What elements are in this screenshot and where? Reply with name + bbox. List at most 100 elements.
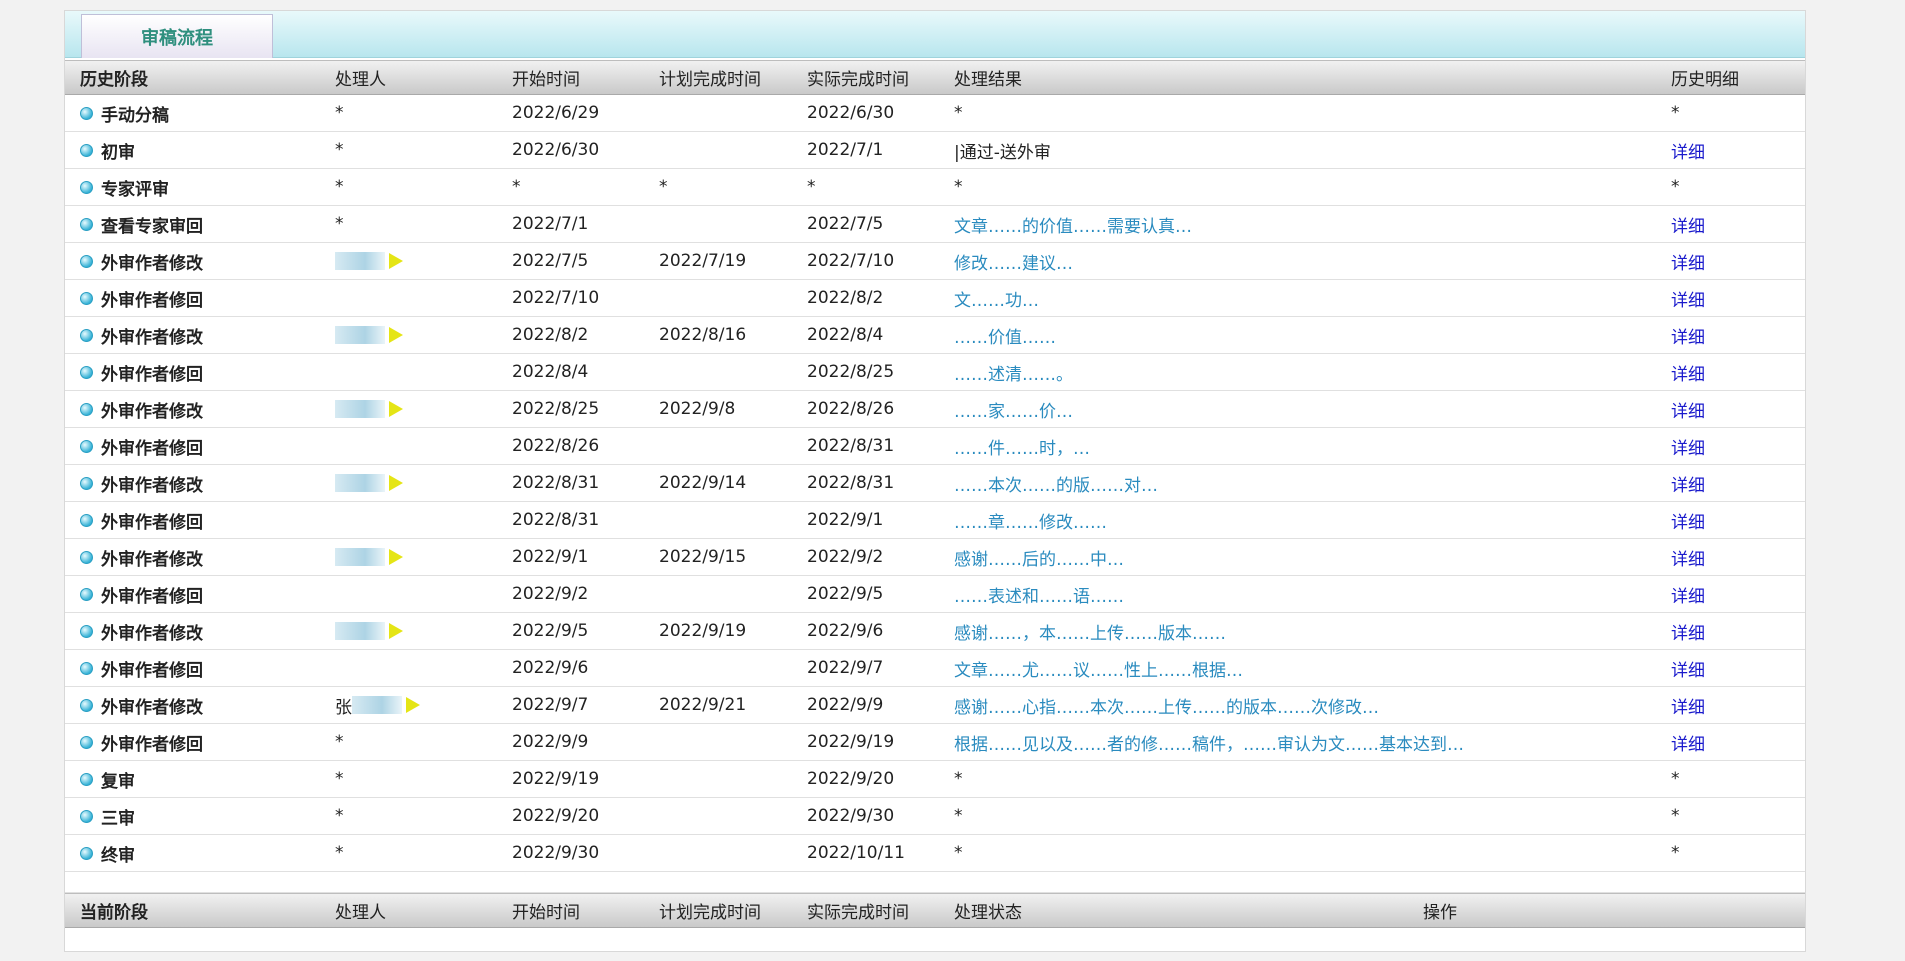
detail-link[interactable]: 详细 (1656, 619, 1805, 644)
result-link[interactable]: ……述清……。 (939, 360, 1656, 385)
detail-link[interactable]: 详细 (1656, 397, 1805, 422)
result-link[interactable]: 文章……尤……议……性上……根据… (939, 656, 1656, 681)
result-link[interactable]: 根据……见以及……者的修……稿件，……审认为文……基本达到… (939, 730, 1656, 755)
planned-time: 2022/9/19 (659, 621, 747, 641)
handler-name: * (335, 843, 344, 863)
detail-link[interactable]: 详细 (1656, 286, 1805, 311)
circle-bullet-icon (80, 106, 93, 120)
table-row: 三审 * 2022/9/20 2022/9/30 * * (65, 798, 1805, 835)
table-spacer (65, 872, 1805, 893)
result-link[interactable]: 感谢……后的……中… (939, 545, 1656, 570)
header-current-status: 处理状态 (954, 903, 1022, 923)
header-current-start-time: 开始时间 (512, 903, 580, 923)
result-link[interactable]: ……章……修改…… (939, 508, 1656, 533)
start-time: 2022/9/20 (512, 806, 600, 826)
detail-link[interactable]: 详细 (1656, 360, 1805, 385)
header-current-handler: 处理人 (335, 903, 386, 923)
circle-bullet-icon (80, 402, 93, 416)
circle-bullet-icon (80, 772, 93, 786)
header-history-stage: 历史阶段 (80, 70, 148, 90)
planned-time: 2022/8/16 (659, 325, 747, 345)
actual-time: 2022/6/30 (807, 103, 895, 123)
detail-link[interactable]: 详细 (1656, 693, 1805, 718)
planned-time: 2022/9/8 (659, 399, 736, 419)
start-time: 2022/9/9 (512, 732, 589, 752)
history-table-header: 历史阶段 处理人 开始时间 计划完成时间 实际完成时间 处理结果 历史明细 (65, 60, 1805, 95)
actual-time: * (807, 177, 816, 197)
redacted-name (352, 696, 402, 714)
stage-cell: 外审作者修回 (65, 286, 320, 311)
table-row: 初审 * 2022/6/30 2022/7/1 |通过-送外审 详细 (65, 132, 1805, 169)
result-link[interactable]: ……本次……的版……对… (939, 471, 1656, 496)
yellow-flag-icon (389, 623, 403, 639)
table-row: 查看专家审回 * 2022/7/1 2022/7/5 文章……的价值……需要认真… 详细 (65, 206, 1805, 243)
redacted-name (335, 326, 385, 344)
result-link[interactable]: ……价值…… (939, 323, 1656, 348)
detail-link[interactable]: 详细 (1656, 582, 1805, 607)
stage-cell: 外审作者修改 (65, 545, 320, 570)
handler-name: * (335, 177, 344, 197)
stage-cell: 终审 (65, 841, 320, 866)
actual-time: 2022/9/19 (807, 732, 895, 752)
actual-time: 2022/10/11 (807, 843, 905, 863)
result-link[interactable]: ……表述和……语…… (939, 582, 1656, 607)
detail-link[interactable]: 详细 (1656, 545, 1805, 570)
handler-name: * (335, 732, 344, 752)
stage-cell: 外审作者修改 (65, 619, 320, 644)
handler-cell: * (320, 732, 497, 752)
start-time: 2022/9/30 (512, 843, 600, 863)
table-row: 专家评审 * * * * * * (65, 169, 1805, 206)
circle-bullet-icon (80, 587, 93, 601)
header-handler: 处理人 (335, 70, 386, 90)
detail-link[interactable]: 详细 (1656, 730, 1805, 755)
detail-text: * (1671, 769, 1680, 789)
handler-name: * (335, 103, 344, 123)
handler-cell: * (320, 806, 497, 826)
detail-link[interactable]: 详细 (1656, 656, 1805, 681)
result-link[interactable]: ……家……价… (939, 397, 1656, 422)
detail-text: * (1671, 103, 1680, 123)
start-time: 2022/8/2 (512, 325, 589, 345)
detail-link[interactable]: 详细 (1656, 249, 1805, 274)
stage-cell: 外审作者修回 (65, 434, 320, 459)
start-time: 2022/6/29 (512, 103, 600, 123)
handler-cell (320, 622, 497, 640)
actual-time: 2022/7/1 (807, 140, 884, 160)
detail-link[interactable]: 详细 (1656, 471, 1805, 496)
actual-time: 2022/9/7 (807, 658, 884, 678)
result-link[interactable]: ……件……时，… (939, 434, 1656, 459)
detail-text: * (1671, 177, 1680, 197)
stage-cell: 初审 (65, 138, 320, 163)
redacted-name (335, 474, 385, 492)
stage-cell: 外审作者修回 (65, 730, 320, 755)
detail-link[interactable]: 详细 (1656, 138, 1805, 163)
stage-name: 外审作者修改 (101, 327, 203, 348)
result-link[interactable]: 文章……的价值……需要认真… (939, 212, 1656, 237)
table-row: 外审作者修回 2022/8/31 2022/9/1 ……章……修改…… 详细 (65, 502, 1805, 539)
handler-name: * (335, 806, 344, 826)
result-link[interactable]: 修改……建议… (939, 249, 1656, 274)
result-text: |通过-送外审 (954, 142, 1051, 163)
handler-name: * (335, 140, 344, 160)
detail-link[interactable]: 详细 (1656, 212, 1805, 237)
redacted-name (335, 622, 385, 640)
planned-time: 2022/9/14 (659, 473, 747, 493)
result-link[interactable]: 感谢……，本……上传……版本…… (939, 619, 1656, 644)
stage-name: 终审 (101, 845, 135, 866)
start-time: 2022/8/25 (512, 399, 600, 419)
detail-link[interactable]: 详细 (1656, 508, 1805, 533)
planned-time: 2022/9/21 (659, 695, 747, 715)
handler-cell (320, 474, 497, 492)
detail-link[interactable]: 详细 (1656, 323, 1805, 348)
start-time: 2022/9/6 (512, 658, 589, 678)
actual-time: 2022/8/2 (807, 288, 884, 308)
tab-review-process[interactable]: 审稿流程 (81, 14, 273, 58)
start-time: 2022/8/26 (512, 436, 600, 456)
table-row: 外审作者修改 2022/9/5 2022/9/19 2022/9/6 感谢……，本……上… (65, 613, 1805, 650)
result-link[interactable]: 文……功… (939, 286, 1656, 311)
table-row: 外审作者修回 2022/8/4 2022/8/25 ……述清……。 详细 (65, 354, 1805, 391)
circle-bullet-icon (80, 513, 93, 527)
detail-link[interactable]: 详细 (1656, 434, 1805, 459)
result-link[interactable]: 感谢……心指……本次……上传……的版本……次修改… (939, 693, 1656, 718)
stage-name: 外审作者修改 (101, 549, 203, 570)
